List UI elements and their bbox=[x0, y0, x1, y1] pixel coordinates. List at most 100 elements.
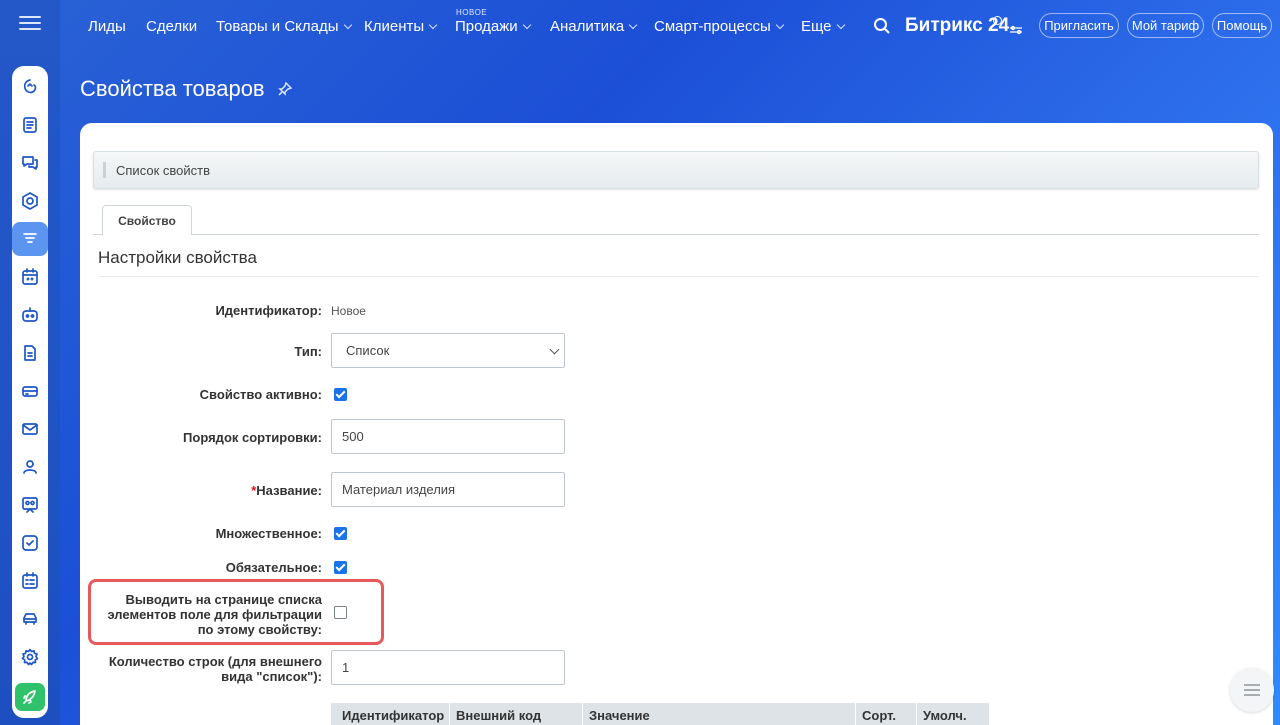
chevron-down-icon bbox=[428, 20, 438, 29]
clock-icon bbox=[993, 16, 1002, 25]
nav-leads-label: Лиды bbox=[88, 18, 126, 35]
nav-smart-processes-label: Смарт-процессы bbox=[654, 18, 771, 35]
multiple-label: Множественное: bbox=[215, 526, 322, 541]
sort-value: 500 bbox=[342, 429, 364, 444]
schedule-icon[interactable] bbox=[12, 564, 48, 598]
search-icon[interactable] bbox=[873, 17, 891, 35]
name-input[interactable]: Материал изделия bbox=[331, 472, 565, 507]
nav-products-label: Товары и Склады bbox=[216, 18, 339, 35]
type-select[interactable]: Список bbox=[331, 333, 565, 368]
settings-icon[interactable] bbox=[12, 640, 48, 674]
nav-deals-label: Сделки bbox=[146, 18, 198, 35]
type-label: Тип: bbox=[294, 344, 322, 359]
sort-input[interactable]: 500 bbox=[331, 419, 565, 454]
rows-label: Количество строк (для внешнего вида "спи… bbox=[109, 654, 322, 684]
col-divider bbox=[855, 703, 856, 725]
nav-deals[interactable]: Сделки bbox=[146, 18, 197, 35]
hexagon-icon[interactable] bbox=[12, 184, 48, 218]
nav-clients-label: Клиенты bbox=[364, 18, 425, 35]
col-sort: Сорт. bbox=[862, 708, 896, 723]
nav-more[interactable]: Еще bbox=[801, 18, 845, 35]
type-select-value: Список bbox=[346, 343, 390, 358]
help-button[interactable]: Помощь bbox=[1212, 13, 1272, 38]
nav-leads[interactable]: Лиды bbox=[88, 18, 126, 35]
filter-checkbox[interactable] bbox=[334, 606, 347, 619]
chat-icon[interactable] bbox=[12, 146, 48, 180]
col-identifier: Идентификатор bbox=[342, 708, 445, 723]
filter-label: Выводить на странице списка элементов по… bbox=[107, 592, 322, 637]
invite-button[interactable]: Пригласить bbox=[1039, 13, 1119, 38]
tab-property[interactable]: Свойство bbox=[102, 205, 192, 235]
name-label-text: Название: bbox=[256, 483, 322, 498]
id-label: Идентификатор: bbox=[215, 303, 322, 318]
nav-smart-processes[interactable]: Смарт-процессы bbox=[654, 18, 784, 35]
section-divider bbox=[98, 276, 1258, 277]
rows-input[interactable]: 1 bbox=[331, 650, 565, 685]
active-checkbox[interactable] bbox=[334, 388, 347, 401]
document-icon[interactable] bbox=[12, 336, 48, 370]
active-label: Свойство активно: bbox=[199, 387, 322, 402]
rows-label-line1: Количество строк (для внешнего bbox=[108, 654, 322, 669]
car-icon[interactable] bbox=[12, 602, 48, 636]
col-external-code: Внешний код bbox=[456, 708, 542, 723]
nav-clients[interactable]: Клиенты bbox=[364, 18, 438, 35]
hamburger-menu-icon[interactable] bbox=[19, 16, 41, 32]
toolbar-separator bbox=[103, 162, 106, 178]
left-rail bbox=[0, 0, 60, 725]
nav-products[interactable]: Товары и Склады bbox=[216, 18, 352, 35]
top-nav: Лиды Сделки Товары и Склады Клиенты НОВО… bbox=[60, 0, 1280, 52]
chevron-down-icon bbox=[836, 20, 845, 29]
col-divider bbox=[916, 703, 917, 725]
mail-icon[interactable] bbox=[12, 412, 48, 446]
new-badge: НОВОЕ bbox=[456, 8, 488, 17]
col-divider bbox=[582, 703, 583, 725]
settings-toggle-icon[interactable] bbox=[1009, 22, 1023, 35]
feed-icon[interactable] bbox=[12, 108, 48, 142]
name-value: Материал изделия bbox=[342, 482, 456, 497]
chevron-down-icon bbox=[343, 20, 352, 29]
chevron-down-icon bbox=[522, 20, 531, 29]
robot-icon[interactable] bbox=[12, 298, 48, 332]
id-value: Новое bbox=[331, 304, 366, 318]
nav-sales[interactable]: Продажи bbox=[455, 18, 531, 35]
tab-underline bbox=[93, 234, 1259, 235]
chevron-down-icon bbox=[775, 20, 784, 29]
properties-list-link[interactable]: Список свойств bbox=[116, 163, 210, 178]
chevron-down-icon bbox=[549, 344, 560, 355]
floating-menu-button[interactable] bbox=[1230, 668, 1274, 712]
contacts-icon[interactable] bbox=[12, 450, 48, 484]
chevron-down-icon bbox=[629, 20, 638, 29]
list-icon bbox=[1244, 684, 1260, 696]
main-card: Список свойств Свойство Настройки свойст… bbox=[80, 123, 1273, 725]
col-value: Значение bbox=[589, 708, 650, 723]
rows-value: 1 bbox=[342, 660, 350, 675]
nav-analytics-label: Аналитика bbox=[550, 18, 625, 35]
calendar-icon[interactable] bbox=[12, 260, 48, 294]
section-title: Настройки свойства bbox=[98, 248, 257, 267]
filter-label-line2: элементов поле для фильтрации bbox=[107, 607, 322, 622]
filter-label-line1: Выводить на странице списка bbox=[125, 592, 322, 607]
nav-more-label: Еще bbox=[801, 18, 832, 35]
col-default: Умолч. bbox=[923, 708, 967, 723]
crm-icon[interactable] bbox=[12, 222, 48, 256]
values-table-header: Идентификатор Внешний код Значение Сорт.… bbox=[331, 703, 989, 725]
multiple-checkbox[interactable] bbox=[334, 527, 347, 540]
my-tariff-button[interactable]: Мой тариф bbox=[1127, 13, 1204, 38]
required-checkbox[interactable] bbox=[334, 561, 347, 574]
storage-icon[interactable] bbox=[12, 374, 48, 408]
filter-label-line3: по этому свойству: bbox=[197, 622, 322, 637]
rows-label-line2: вида "список"): bbox=[221, 669, 322, 684]
meeting-icon[interactable] bbox=[12, 488, 48, 522]
rocket-icon[interactable] bbox=[15, 683, 45, 711]
sort-label: Порядок сортировки: bbox=[183, 430, 322, 445]
list-toolbar: Список свойств bbox=[93, 151, 1259, 189]
required-label: Обязательное: bbox=[225, 560, 322, 575]
page-title: Свойства товаров bbox=[80, 76, 265, 101]
tasks-icon[interactable] bbox=[12, 526, 48, 560]
bitrix-icon[interactable] bbox=[12, 70, 48, 104]
nav-sales-label: Продажи bbox=[455, 18, 518, 35]
pin-icon[interactable] bbox=[278, 81, 293, 96]
name-label: *Название: bbox=[251, 483, 322, 498]
col-divider bbox=[449, 703, 450, 725]
nav-analytics[interactable]: Аналитика bbox=[550, 18, 638, 35]
